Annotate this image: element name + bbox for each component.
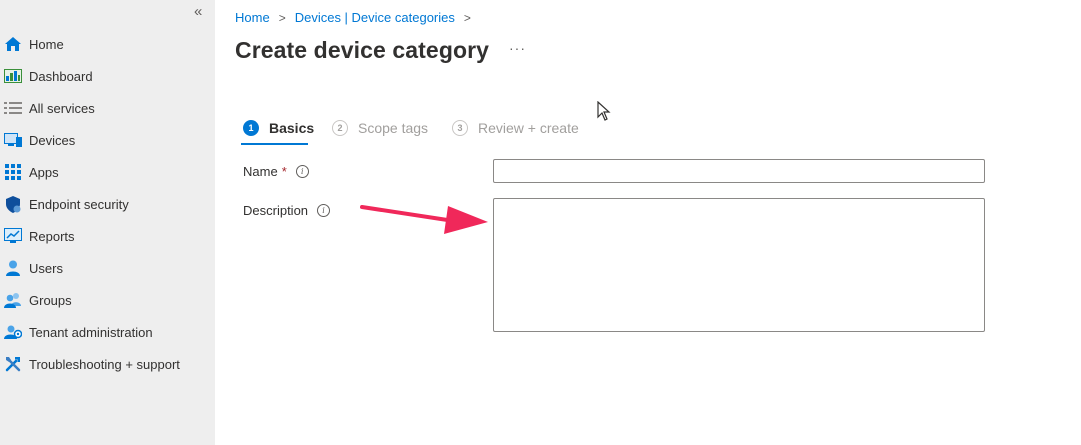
sidebar-item-home[interactable]: Home — [0, 29, 215, 59]
info-icon[interactable]: i — [295, 165, 309, 178]
sidebar-item-apps[interactable]: Apps — [0, 157, 215, 187]
dashboard-icon — [4, 68, 22, 84]
active-step-indicator — [241, 143, 308, 145]
page-title: Create device category — [235, 37, 490, 63]
sidebar-item-label: Tenant administration — [29, 325, 153, 340]
step-number: 3 — [452, 120, 468, 136]
sidebar-item-label: Home — [29, 37, 64, 52]
step-label: Review + create — [478, 120, 579, 136]
tenant-admin-icon — [4, 324, 22, 340]
sidebar-item-label: Users — [29, 261, 63, 276]
step-basics[interactable]: 1 Basics — [243, 120, 314, 136]
sidebar-item-label: Endpoint security — [29, 197, 129, 212]
step-label: Scope tags — [358, 120, 429, 136]
reports-icon — [4, 228, 22, 244]
sidebar-item-label: Groups — [29, 293, 72, 308]
sidebar-item-all-services[interactable]: All services — [0, 93, 215, 123]
name-label-text: Name — [243, 164, 278, 179]
sidebar-item-label: Troubleshooting + support — [29, 357, 180, 372]
annotation-arrow-icon — [360, 195, 492, 244]
more-options-button[interactable]: ··· — [509, 40, 526, 56]
sidebar-item-label: Devices — [29, 133, 76, 148]
breadcrumb: Home > Devices | Device categories > — [235, 10, 480, 25]
shield-icon — [4, 195, 22, 213]
sidebar-item-users[interactable]: Users — [0, 253, 215, 283]
main-content: Home > Devices | Device categories > Cre… — [215, 0, 1081, 445]
sidebar-item-troubleshooting[interactable]: Troubleshooting + support — [0, 349, 215, 379]
groups-icon — [4, 292, 22, 308]
step-scope-tags[interactable]: 2 Scope tags — [332, 120, 428, 136]
breadcrumb-separator: > — [278, 10, 286, 25]
sidebar-item-label: All services — [29, 101, 95, 116]
apps-icon — [4, 164, 22, 180]
user-icon — [4, 260, 22, 276]
step-number: 1 — [243, 120, 259, 136]
sidebar-item-groups[interactable]: Groups — [0, 285, 215, 315]
breadcrumb-separator: > — [463, 10, 471, 25]
sidebar-item-label: Apps — [29, 165, 59, 180]
info-icon[interactable]: i — [317, 204, 331, 217]
description-textarea[interactable] — [493, 198, 985, 332]
tools-icon — [4, 356, 22, 372]
description-field-label: Description i — [243, 203, 331, 218]
sidebar-item-label: Reports — [29, 229, 75, 244]
name-field-label: Name * i — [243, 164, 309, 179]
sidebar: « Home Dashboard All services Devices Ap… — [0, 0, 215, 445]
step-label: Basics — [269, 120, 315, 136]
devices-icon — [4, 132, 22, 148]
sidebar-item-label: Dashboard — [29, 69, 93, 84]
sidebar-item-reports[interactable]: Reports — [0, 221, 215, 251]
breadcrumb-device-categories-link[interactable]: Devices | Device categories — [295, 10, 455, 25]
sidebar-item-dashboard[interactable]: Dashboard — [0, 61, 215, 91]
mouse-cursor-icon — [597, 100, 611, 126]
step-review-create[interactable]: 3 Review + create — [452, 120, 579, 136]
sidebar-item-devices[interactable]: Devices — [0, 125, 215, 155]
sidebar-item-tenant-administration[interactable]: Tenant administration — [0, 317, 215, 347]
step-number: 2 — [332, 120, 348, 136]
description-label-text: Description — [243, 203, 309, 218]
name-input[interactable] — [493, 159, 985, 183]
list-icon — [4, 100, 22, 116]
home-icon — [4, 36, 22, 52]
collapse-sidebar-button[interactable]: « — [194, 4, 202, 20]
sidebar-item-endpoint-security[interactable]: Endpoint security — [0, 189, 215, 219]
required-asterisk: * — [281, 164, 287, 179]
breadcrumb-home-link[interactable]: Home — [235, 10, 270, 25]
